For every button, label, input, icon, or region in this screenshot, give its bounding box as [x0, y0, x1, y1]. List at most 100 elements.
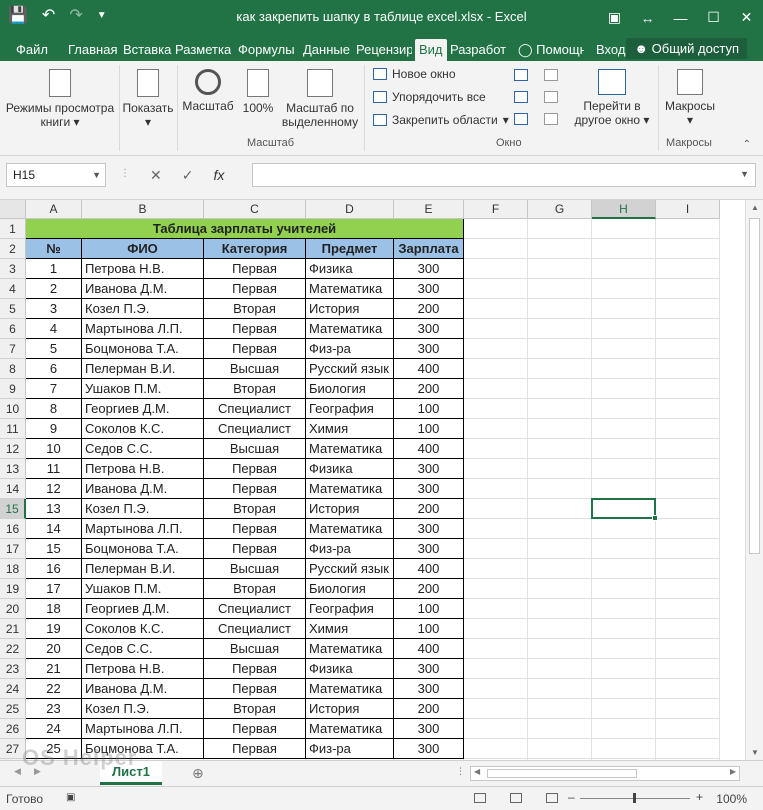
row-header[interactable]: 14	[0, 479, 26, 499]
table-cell[interactable]: 200	[394, 299, 464, 319]
table-cell[interactable]: Петрова Н.В.	[82, 259, 204, 279]
table-cell[interactable]: 17	[26, 579, 82, 599]
cell[interactable]	[656, 219, 720, 239]
column-header-h[interactable]: H	[592, 200, 656, 219]
table-cell[interactable]: 100	[394, 599, 464, 619]
row-header[interactable]: 21	[0, 619, 26, 639]
cell[interactable]	[592, 259, 656, 279]
table-cell[interactable]: 300	[394, 739, 464, 759]
table-cell[interactable]: Математика	[306, 679, 394, 699]
prev-sheet-icon[interactable]: ◀	[14, 766, 21, 777]
synchronous-scrolling-icon[interactable]	[544, 91, 558, 103]
row-header[interactable]: 17	[0, 539, 26, 559]
table-cell[interactable]: 400	[394, 559, 464, 579]
cell[interactable]	[528, 359, 592, 379]
ribbon-display-options-icon[interactable]: ▣	[598, 0, 631, 35]
cell[interactable]	[592, 619, 656, 639]
table-cell[interactable]: Математика	[306, 439, 394, 459]
table-cell[interactable]: 300	[394, 339, 464, 359]
cell[interactable]	[656, 719, 720, 739]
cell[interactable]	[656, 399, 720, 419]
row-header[interactable]: 6	[0, 319, 26, 339]
cell[interactable]	[528, 339, 592, 359]
cancel-icon[interactable]: ✕	[150, 167, 162, 184]
cell[interactable]	[656, 659, 720, 679]
cell[interactable]	[592, 479, 656, 499]
table-cell[interactable]: Вторая	[204, 579, 306, 599]
table-cell[interactable]: Русский язык	[306, 559, 394, 579]
table-cell[interactable]: Вторая	[204, 699, 306, 719]
tab-home[interactable]: Главная	[64, 39, 121, 61]
table-cell[interactable]: 400	[394, 359, 464, 379]
table-cell[interactable]: Боцмонова Т.А.	[82, 539, 204, 559]
formula-input[interactable]: ▼	[252, 163, 756, 187]
table-cell[interactable]: Физ-ра	[306, 739, 394, 759]
cell[interactable]	[656, 459, 720, 479]
table-cell[interactable]: История	[306, 699, 394, 719]
scroll-right-icon[interactable]: ▶	[730, 767, 736, 776]
cell[interactable]	[656, 339, 720, 359]
table-cell[interactable]: 14	[26, 519, 82, 539]
zoom-slider[interactable]	[580, 793, 690, 803]
cell[interactable]	[656, 599, 720, 619]
cell[interactable]	[528, 559, 592, 579]
cell[interactable]	[592, 599, 656, 619]
zoom-to-selection-button[interactable]: Масштаб по выделенному	[280, 67, 360, 129]
scroll-left-icon[interactable]: ◀	[474, 767, 480, 776]
cell[interactable]	[656, 559, 720, 579]
cell[interactable]	[656, 239, 720, 259]
normal-view-icon[interactable]	[474, 793, 486, 803]
name-box[interactable]: H15 ▼	[6, 163, 106, 187]
row-header[interactable]: 1	[0, 219, 26, 239]
cell[interactable]	[464, 359, 528, 379]
table-cell[interactable]: Первая	[204, 259, 306, 279]
cell[interactable]	[656, 299, 720, 319]
table-cell[interactable]: Вторая	[204, 379, 306, 399]
table-cell[interactable]: 4	[26, 319, 82, 339]
vertical-scroll-thumb[interactable]	[749, 218, 760, 554]
table-cell[interactable]: Первая	[204, 479, 306, 499]
table-cell[interactable]: Ушаков П.М.	[82, 579, 204, 599]
cell[interactable]	[528, 599, 592, 619]
tab-sign-in[interactable]: Вход	[592, 39, 629, 61]
cell[interactable]	[656, 699, 720, 719]
close-button[interactable]: ✕	[730, 0, 763, 35]
column-header-f[interactable]: F	[464, 200, 528, 219]
cell[interactable]	[592, 639, 656, 659]
cell[interactable]	[656, 499, 720, 519]
table-cell[interactable]: Специалист	[204, 599, 306, 619]
cell[interactable]	[464, 659, 528, 679]
horizontal-scroll-thumb[interactable]	[487, 769, 637, 778]
column-header-c[interactable]: C	[204, 200, 306, 219]
cell[interactable]	[528, 519, 592, 539]
page-layout-view-icon[interactable]	[510, 793, 522, 803]
table-cell[interactable]: История	[306, 299, 394, 319]
table-cell[interactable]: Высшая	[204, 359, 306, 379]
table-cell[interactable]: Седов С.С.	[82, 639, 204, 659]
cell[interactable]	[464, 239, 528, 259]
table-cell[interactable]: 200	[394, 699, 464, 719]
table-cell[interactable]: Биология	[306, 579, 394, 599]
cell[interactable]	[528, 459, 592, 479]
row-header[interactable]: 11	[0, 419, 26, 439]
cell[interactable]	[528, 639, 592, 659]
table-cell[interactable]: Петрова Н.В.	[82, 659, 204, 679]
zoom-slider-knob[interactable]	[633, 793, 636, 803]
cell[interactable]	[464, 519, 528, 539]
tab-view[interactable]: Вид	[415, 39, 447, 61]
row-header[interactable]: 16	[0, 519, 26, 539]
row-header[interactable]: 8	[0, 359, 26, 379]
table-cell[interactable]: 6	[26, 359, 82, 379]
table-cell[interactable]: 21	[26, 659, 82, 679]
select-all-button[interactable]	[0, 200, 26, 219]
row-header[interactable]: 9	[0, 379, 26, 399]
tab-formulas[interactable]: Формулы	[234, 39, 299, 61]
hide-window-icon[interactable]	[514, 91, 528, 103]
cell[interactable]	[528, 679, 592, 699]
table-cell[interactable]: Вторая	[204, 499, 306, 519]
table-cell[interactable]: 16	[26, 559, 82, 579]
cell[interactable]	[656, 679, 720, 699]
worksheet-grid[interactable]: A B C D E F G H I 1 Таблица зарплаты учителей 2 № ФИО…	[0, 200, 763, 760]
freeze-panes-button[interactable]: Закрепить области ▾	[373, 113, 509, 127]
cell[interactable]	[656, 279, 720, 299]
